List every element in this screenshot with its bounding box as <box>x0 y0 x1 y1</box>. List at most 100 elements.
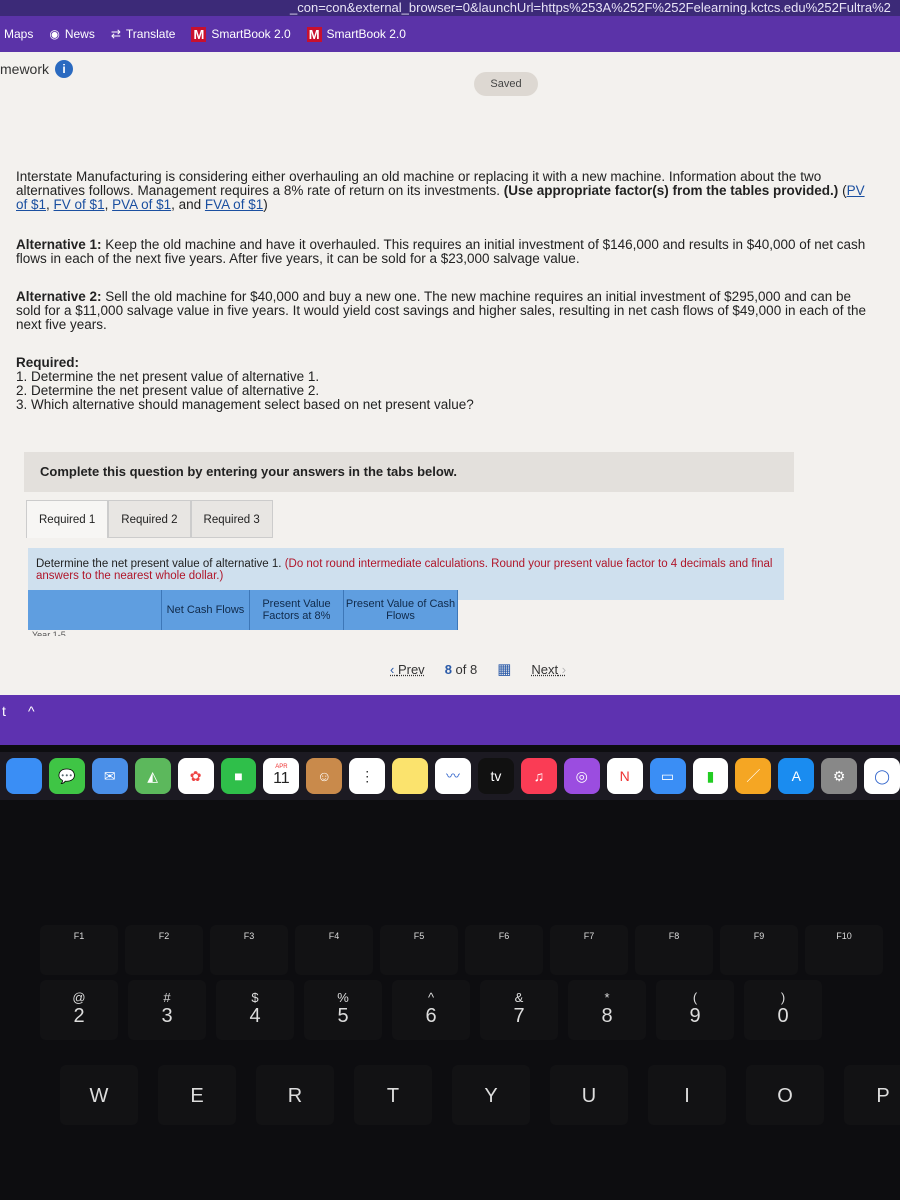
key-number: 0 <box>777 1005 789 1027</box>
podcasts-icon[interactable]: ◎ <box>563 758 600 794</box>
mcgraw-logo-icon: M <box>191 26 207 42</box>
finder-icon[interactable] <box>6 758 42 794</box>
complete-banner: Complete this question by entering your … <box>24 452 794 492</box>
bookmark-news[interactable]: ◉ News <box>49 27 95 41</box>
bookmark-label: Maps <box>4 27 34 41</box>
alternative-2: Alternative 2: Sell the old machine for … <box>16 290 876 332</box>
key-u[interactable]: U <box>550 1065 628 1125</box>
homework-page: mework i Saved Interstate Manufacturing i… <box>0 52 900 697</box>
bookmark-smartbook-1[interactable]: M SmartBook 2.0 <box>191 26 291 42</box>
page-indicator: 8 of 8 <box>445 662 478 677</box>
key-symbol: * <box>604 990 610 1005</box>
news-app-icon[interactable]: N <box>606 758 643 794</box>
numbers-icon[interactable]: ▮ <box>692 758 729 794</box>
music-icon[interactable]: ♫ <box>520 758 557 794</box>
key-number: 6 <box>425 1005 437 1027</box>
key-symbol: % <box>337 990 349 1005</box>
key-9[interactable]: (9 <box>656 980 734 1040</box>
alt1-label: Alternative 1: <box>16 237 102 252</box>
key-f9[interactable]: F9 <box>720 925 798 975</box>
mail-icon[interactable]: ✉ <box>91 758 128 794</box>
key-f7[interactable]: F7 <box>550 925 628 975</box>
key-0[interactable]: ) 0 <box>744 980 822 1040</box>
messages-icon[interactable]: 💬 <box>48 758 85 794</box>
key-number: 5 <box>337 1005 349 1027</box>
key-f10[interactable]: F10 <box>805 925 883 975</box>
maps-icon[interactable]: ◭ <box>134 758 171 794</box>
next-label: Next <box>531 661 559 677</box>
key-symbol: ^ <box>427 990 435 1005</box>
key-f8[interactable]: F8 <box>635 925 713 975</box>
photos-icon[interactable]: ✿ <box>177 758 214 794</box>
pagination: ‹ Prev 8 of 8 ▦ Next › <box>390 660 566 678</box>
key-r[interactable]: R <box>256 1065 334 1125</box>
notes-icon[interactable] <box>392 758 429 794</box>
section-label: mework <box>0 61 50 77</box>
required-item: 2. Determine the net present value of al… <box>16 383 320 398</box>
chevron-up-icon[interactable]: ^ <box>28 703 35 719</box>
prev-button[interactable]: ‹ Prev <box>390 662 425 677</box>
calendar-icon[interactable]: APR 11 <box>263 758 300 794</box>
key-w[interactable]: W <box>60 1065 138 1125</box>
link-fv[interactable]: FV of $1 <box>54 197 105 212</box>
key-number: 8 <box>601 1005 613 1027</box>
info-icon[interactable]: i <box>55 60 74 78</box>
key-3[interactable]: #3 <box>128 980 206 1040</box>
bookmark-label: News <box>64 27 95 41</box>
bookmark-smartbook-2[interactable]: M SmartBook 2.0 <box>306 26 406 42</box>
key-f5[interactable]: F5 <box>380 925 458 975</box>
link-pva[interactable]: PVA of $1 <box>112 197 171 212</box>
key-f2[interactable]: F2 <box>125 925 203 975</box>
contacts-icon[interactable]: ☺ <box>306 758 343 794</box>
facetime-icon[interactable]: ■ <box>220 758 257 794</box>
key-number: 3 <box>161 1005 173 1027</box>
required-item: 3. Which alternative should management s… <box>16 397 474 412</box>
system-settings-icon[interactable]: ⚙ <box>821 758 858 794</box>
key-y[interactable]: Y <box>452 1065 530 1125</box>
pages-icon[interactable]: ／ <box>735 758 772 794</box>
key-p[interactable]: P <box>844 1065 900 1125</box>
next-button[interactable]: Next › <box>531 662 566 677</box>
translate-icon: ⇄ <box>110 27 121 41</box>
reminders-icon[interactable]: ⋮ <box>349 758 386 794</box>
key-8[interactable]: * 8 <box>568 980 646 1040</box>
key-i[interactable]: I <box>648 1065 726 1125</box>
required-list: Required: 1. Determine the net present v… <box>16 356 876 412</box>
key-5[interactable]: % 5 <box>304 980 382 1040</box>
section-title: mework i <box>0 60 74 78</box>
grid-icon[interactable]: ▦ <box>497 660 511 678</box>
key-7[interactable]: & 7 <box>480 980 558 1040</box>
apple-tv-icon[interactable]: tv <box>477 758 514 794</box>
bookmark-maps[interactable]: Maps <box>4 27 33 41</box>
chrome-icon[interactable]: ◯ <box>864 758 900 794</box>
key-f4[interactable]: F4 <box>295 925 373 975</box>
required-item: 1. Determine the net present value of al… <box>16 369 320 384</box>
key-f1[interactable]: F1 <box>40 925 118 975</box>
app-store-icon[interactable]: A <box>778 758 815 794</box>
alt2-text: Sell the old machine for $40,000 and buy… <box>16 289 867 332</box>
key-6[interactable]: ^ 6 <box>392 980 470 1040</box>
page-total: of 8 <box>455 661 478 677</box>
tv-label: tv <box>490 768 502 784</box>
key-f6[interactable]: F6 <box>465 925 543 975</box>
alternative-1: Alternative 1: Keep the old machine and … <box>16 238 876 266</box>
key-t[interactable]: T <box>354 1065 432 1125</box>
bookmarks-bar: Maps ◉ News ⇄ Translate M SmartBook 2.0 M Sm… <box>0 16 900 52</box>
bookmark-translate[interactable]: ⇄ Translate <box>111 27 176 41</box>
keynote-icon[interactable]: ▭ <box>649 758 686 794</box>
mcgraw-logo-icon: M <box>306 26 322 42</box>
link-fva[interactable]: FVA of $1 <box>205 197 263 212</box>
tab-required-2[interactable]: Required 2 <box>108 500 191 538</box>
key-symbol: ) <box>780 990 786 1005</box>
tab-required-1[interactable]: Required 1 <box>26 500 109 538</box>
key-e[interactable]: E <box>158 1065 236 1125</box>
key-f3[interactable]: F3 <box>210 925 288 975</box>
header-pv-factors: Present Value Factors at 8% <box>250 590 344 630</box>
problem-intro: Interstate Manufacturing is considering … <box>16 169 865 212</box>
freeform-icon[interactable]: 〰 <box>435 758 471 794</box>
key-o[interactable]: O <box>746 1065 824 1125</box>
tab-required-3[interactable]: Required 3 <box>190 500 273 538</box>
prev-label: Prev <box>397 661 425 677</box>
key-4[interactable]: $4 <box>216 980 294 1040</box>
key-2[interactable]: @2 <box>40 980 118 1040</box>
